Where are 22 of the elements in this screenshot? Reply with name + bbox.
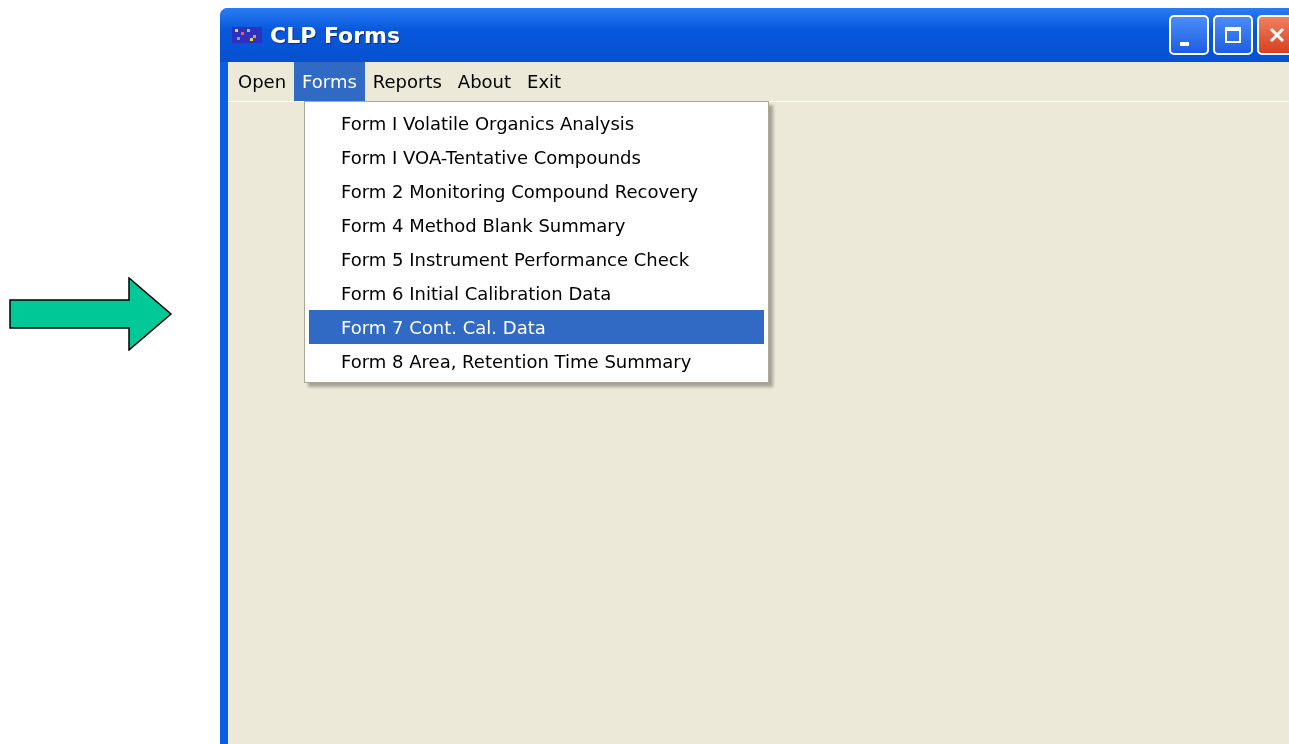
window-title: CLP Forms xyxy=(270,22,401,48)
close-button[interactable] xyxy=(1257,15,1289,55)
arrow-icon xyxy=(9,277,173,351)
app-icon xyxy=(232,24,262,46)
menu-item[interactable]: About xyxy=(449,62,520,101)
menu-option[interactable]: Form I Volatile Organics Analysis xyxy=(309,106,764,140)
menu-item[interactable]: Exit xyxy=(519,62,570,101)
menu-option[interactable]: Form 4 Method Blank Summary xyxy=(309,208,764,242)
menu-item[interactable]: Reports xyxy=(364,62,450,101)
close-icon xyxy=(1268,26,1286,44)
minimize-icon xyxy=(1179,42,1189,46)
menu-option[interactable]: Form 8 Area, Retention Time Summary xyxy=(309,344,764,378)
menu-item[interactable]: Forms xyxy=(294,62,365,101)
minimize-button[interactable] xyxy=(1169,15,1209,55)
menu-option[interactable]: Form 6 Initial Calibration Data xyxy=(309,276,764,310)
menu-option[interactable]: Form I VOA-Tentative Compounds xyxy=(309,140,764,174)
menu-option[interactable]: Form 2 Monitoring Compound Recovery xyxy=(309,174,764,208)
menu-option[interactable]: Form 7 Cont. Cal. Data xyxy=(309,310,764,344)
maximize-button[interactable] xyxy=(1213,15,1253,55)
maximize-icon xyxy=(1224,26,1242,44)
menu-item[interactable]: Open xyxy=(230,62,295,101)
menu-option[interactable]: Form 5 Instrument Performance Check xyxy=(309,242,764,276)
